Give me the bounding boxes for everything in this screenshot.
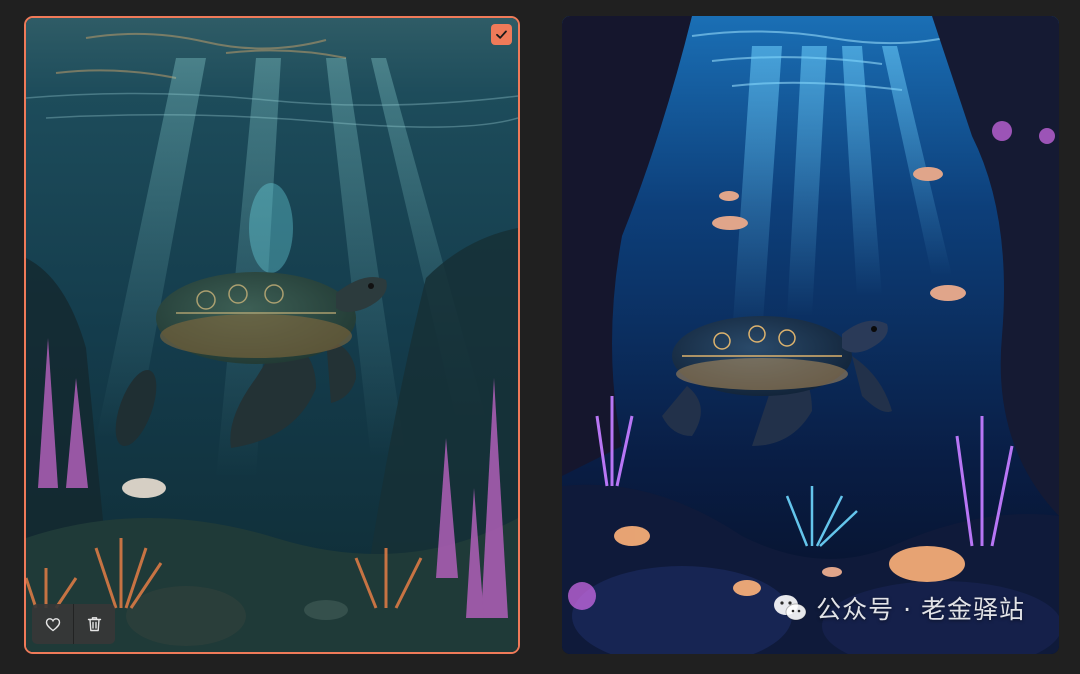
delete-button[interactable] <box>73 604 115 644</box>
image-card-selected[interactable] <box>24 16 520 654</box>
heart-icon <box>45 617 60 631</box>
trash-icon <box>87 617 102 632</box>
image-card[interactable]: 公众号 · 老金驿站 <box>562 16 1059 654</box>
image-action-bar <box>32 604 115 644</box>
checkmark-icon <box>496 30 507 39</box>
turtle-neon-image <box>562 16 1059 654</box>
wechat-icon <box>774 595 807 621</box>
favorite-button[interactable] <box>32 604 73 644</box>
turtle-realistic-image <box>26 18 518 652</box>
watermark: 公众号 · 老金驿站 <box>772 590 1025 626</box>
watermark-text: 公众号 · 老金驿站 <box>816 595 1025 624</box>
select-checkbox[interactable] <box>491 24 512 45</box>
